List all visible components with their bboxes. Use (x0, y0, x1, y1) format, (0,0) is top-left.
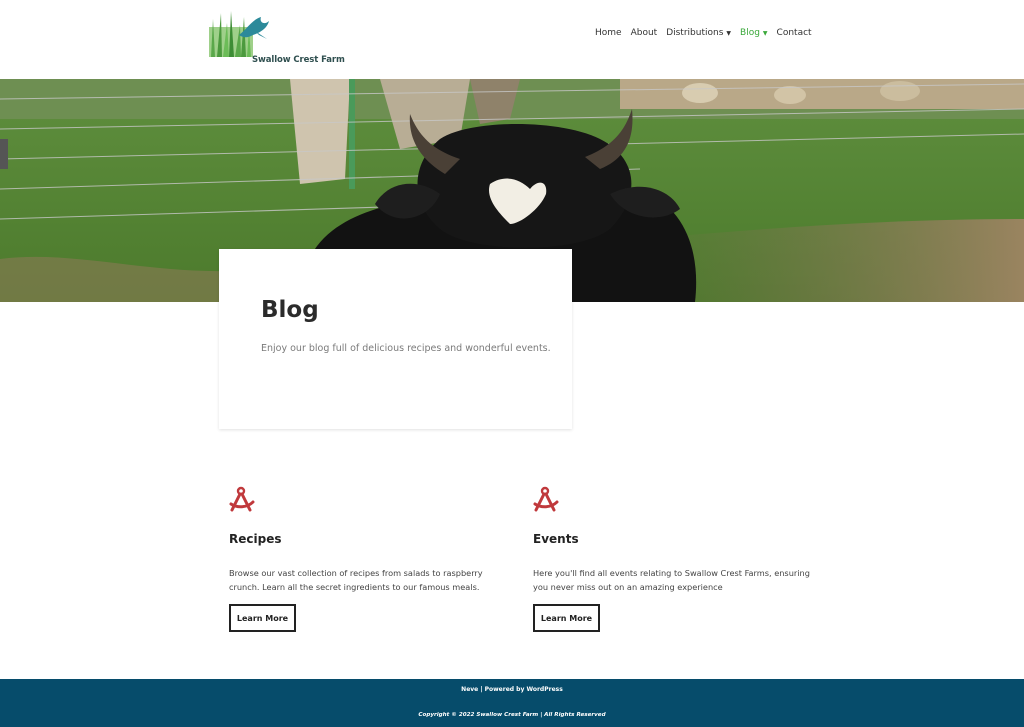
page-title: Blog (261, 297, 319, 323)
blog-intro-card: Blog Enjoy our blog full of delicious re… (219, 249, 572, 429)
chevron-down-icon: ▼ (726, 29, 732, 37)
compass-icon (533, 486, 559, 512)
site-logo[interactable]: Swallow Crest Farm (209, 9, 345, 65)
main-nav: Home About Distributions ▼ Blog ▼ Contact (595, 28, 821, 38)
site-title: Swallow Crest Farm (252, 55, 345, 65)
site-footer: Neve | Powered by WordPress Copyright © … (0, 679, 1024, 727)
nav-item-contact[interactable]: Contact (777, 28, 812, 38)
chevron-down-icon: ▼ (762, 29, 768, 37)
feature-title: Recipes (229, 532, 282, 546)
feature-title: Events (533, 532, 579, 546)
feature-recipes: Recipes Browse our vast collection of re… (229, 486, 509, 632)
nav-label: About (630, 28, 658, 38)
feature-text: Browse our vast collection of recipes fr… (229, 568, 483, 592)
nav-item-distributions[interactable]: Distributions ▼ (666, 28, 731, 38)
nav-item-home[interactable]: Home (595, 28, 622, 38)
nav-label: Contact (776, 28, 812, 38)
events-learn-more-button[interactable]: Learn More (533, 604, 600, 632)
nav-label: Home (595, 28, 622, 38)
recipes-learn-more-button[interactable]: Learn More (229, 604, 296, 632)
site-header: Swallow Crest Farm Home About Distributi… (0, 0, 1024, 79)
page-description: Enjoy our blog full of delicious recipes… (261, 343, 551, 354)
nav-item-about[interactable]: About (631, 28, 658, 38)
nav-item-blog[interactable]: Blog ▼ (740, 28, 768, 38)
feature-events: Events Here you'll find all events relat… (533, 486, 813, 632)
swallow-logo-icon (209, 11, 269, 57)
feature-text: Here you'll find all events relating to … (533, 568, 810, 592)
nav-label: Blog (740, 28, 760, 38)
compass-icon (229, 486, 255, 512)
footer-credit[interactable]: Neve | Powered by WordPress (0, 686, 1024, 693)
nav-label: Distributions (666, 28, 724, 38)
footer-copyright: Copyright © 2022 Swallow Crest Farm | Al… (418, 712, 606, 718)
